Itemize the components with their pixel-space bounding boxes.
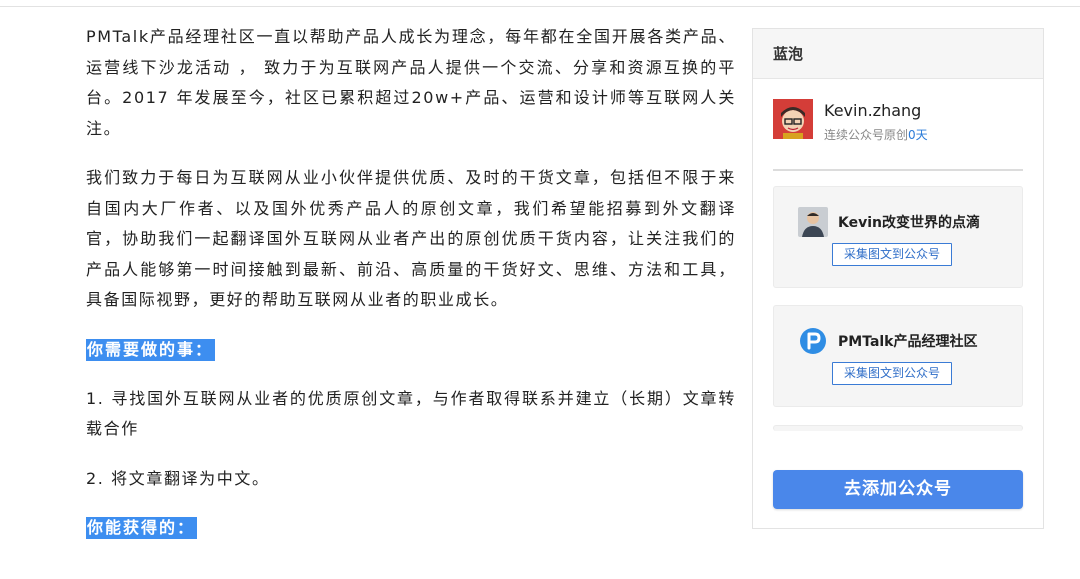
section-heading-row: 你能获得的： xyxy=(86,513,736,543)
streak-label: 连续公众号原创 xyxy=(824,128,909,142)
article-paragraph: PMTalk产品经理社区一直以帮助产品人成长为理念，每年都在全国开展各类产品、运… xyxy=(86,27,736,138)
section-heading: 你能获得的： xyxy=(86,517,198,539)
list-item: 2. 将文章翻译为中文。 xyxy=(86,468,270,488)
top-border xyxy=(0,6,1080,7)
pmtalk-logo-icon xyxy=(798,326,828,356)
collect-article-button[interactable]: 采集图文到公众号 xyxy=(832,362,952,385)
avatar xyxy=(773,99,813,139)
streak-days: 0天 xyxy=(908,128,928,142)
list-item: 1. 寻找国外互联网从业者的优质原创文章，与作者取得联系并建立（长期）文章转载合… xyxy=(86,388,736,439)
collect-article-button[interactable]: 采集图文到公众号 xyxy=(832,243,952,266)
user-name: Kevin.zhang xyxy=(824,101,922,120)
account-avatar-icon xyxy=(798,207,828,237)
sidebar-title: 蓝泡 xyxy=(753,29,1043,79)
section-heading: 你需要做的事： xyxy=(86,338,216,361)
account-card-partial xyxy=(773,425,1023,431)
original-streak: 连续公众号原创0天 xyxy=(824,126,928,143)
user-profile[interactable]: Kevin.zhang 连续公众号原创0天 xyxy=(773,99,1023,143)
account-card: PMTalk产品经理社区 采集图文到公众号 xyxy=(773,305,1023,407)
section-heading-row: 你需要做的事： xyxy=(86,335,736,365)
sidebar-panel: 蓝泡 Kevin.zhang 连续公众号原创0天 Kevin改变世界的点滴 采集… xyxy=(752,28,1044,529)
account-name: Kevin改变世界的点滴 xyxy=(838,215,980,231)
account-name: PMTalk产品经理社区 xyxy=(838,334,978,350)
article-body: PMTalk产品经理社区一直以帮助产品人成长为理念，每年都在全国开展各类产品、运… xyxy=(86,22,736,562)
article-paragraph: 我们致力于每日为互联网从业小伙伴提供优质、及时的干货文章，包括但不限于来自国内大… xyxy=(86,168,736,309)
account-card: Kevin改变世界的点滴 采集图文到公众号 xyxy=(773,186,1023,288)
add-account-button[interactable]: 去添加公众号 xyxy=(773,470,1023,509)
divider xyxy=(773,169,1023,171)
